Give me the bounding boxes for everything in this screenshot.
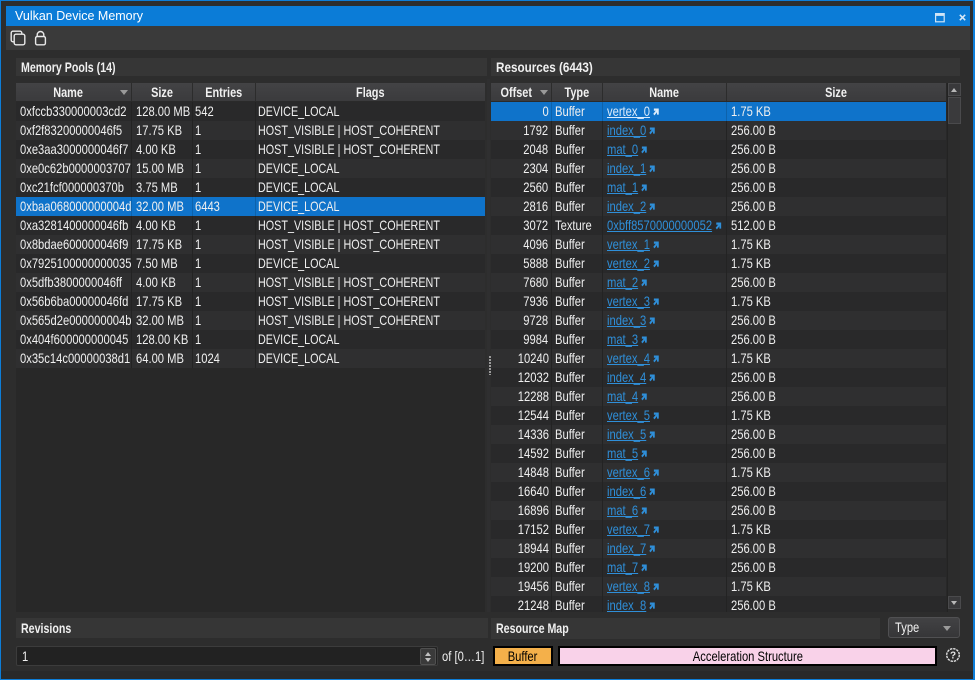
svg-text:?: ?: [950, 650, 956, 661]
